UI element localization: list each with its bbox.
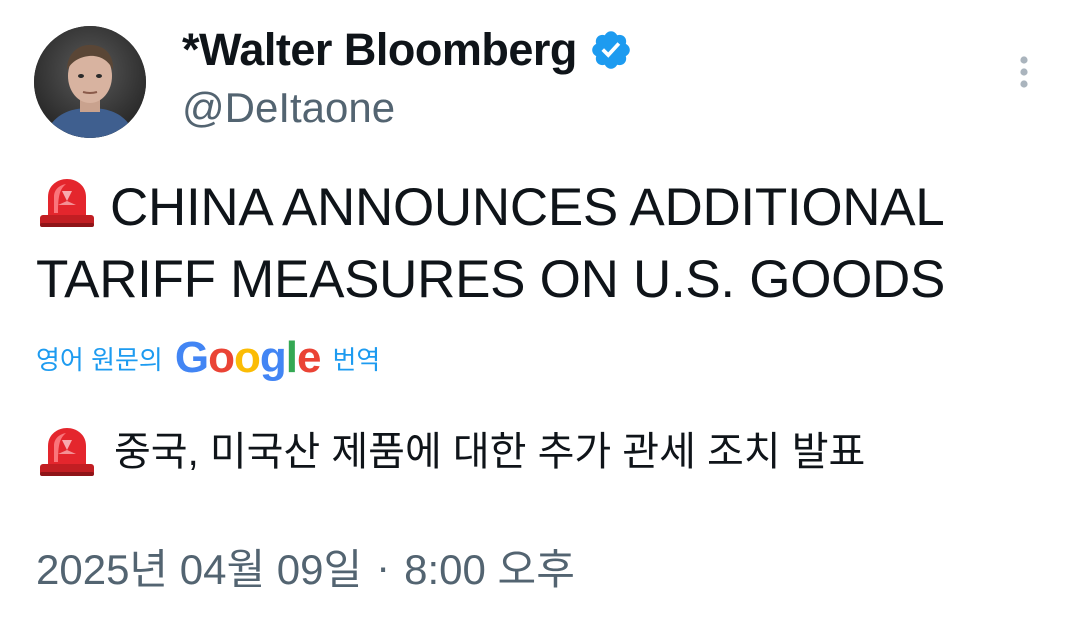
avatar-image — [34, 26, 146, 138]
timestamp-separator: · — [376, 542, 391, 590]
timestamp-date: 2025년 04월 09일 — [36, 546, 363, 593]
translation-suffix: 번역 — [332, 344, 381, 375]
translated-text: 중국, 미국산 제품에 대한 추가 관세 조치 발표 — [36, 420, 865, 484]
author-handle[interactable]: @DeItaone — [182, 84, 395, 132]
rotating-light-icon — [36, 175, 98, 231]
verified-badge-icon — [589, 28, 633, 72]
translation-prefix: 영어 원문의 — [36, 344, 163, 375]
rotating-light-icon — [36, 424, 98, 480]
avatar[interactable] — [34, 26, 146, 138]
display-name[interactable]: *Walter Bloomberg — [182, 24, 577, 76]
google-logo: Google — [174, 333, 322, 382]
timestamp-time: 8:00 오후 — [404, 546, 575, 593]
tweet: *Walter Bloomberg @DeItaone CHINA ANNOUN… — [0, 0, 1080, 619]
tweet-timestamp[interactable]: 2025년 04월 09일 · 8:00 오후 — [36, 536, 575, 597]
translation-label[interactable]: 영어 원문의 Google 번역 — [36, 336, 380, 380]
more-options-icon[interactable] — [1004, 54, 1044, 94]
translated-body: 중국, 미국산 제품에 대한 추가 관세 조치 발표 — [114, 430, 866, 474]
tweet-body: CHINA ANNOUNCES ADDITIONAL TARIFF MEASUR… — [36, 178, 946, 309]
author-name-row[interactable]: *Walter Bloomberg — [182, 24, 633, 76]
tweet-text: CHINA ANNOUNCES ADDITIONAL TARIFF MEASUR… — [36, 172, 1046, 316]
